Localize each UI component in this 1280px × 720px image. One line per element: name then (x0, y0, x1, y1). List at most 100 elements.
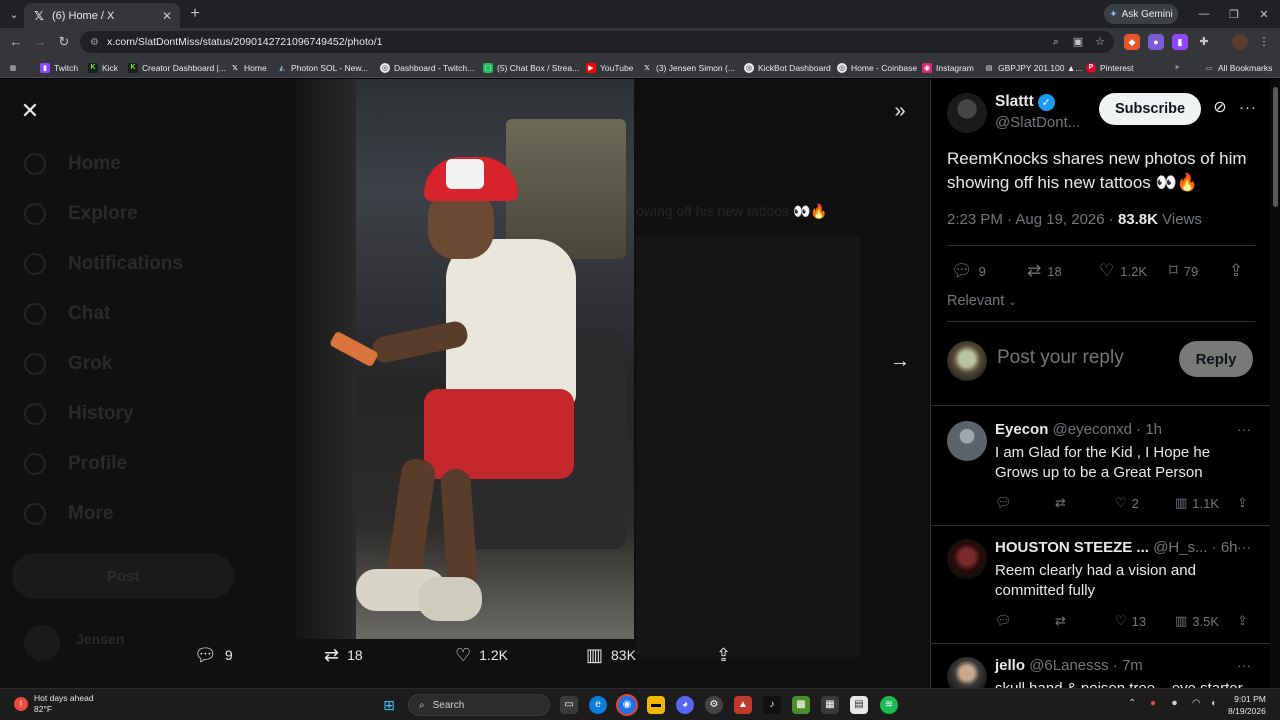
media-share-button[interactable]: ⇪ (716, 643, 731, 667)
reply-views-button[interactable]: ▥ 1.1K (1175, 495, 1219, 511)
reply-count-button[interactable]: 💬︎ 9 (951, 261, 986, 281)
subscribe-button[interactable]: Subscribe (1099, 93, 1201, 125)
file-explorer-icon[interactable]: ▬ (647, 696, 665, 714)
task-view-icon[interactable]: ▭ (560, 696, 578, 714)
cast-icon[interactable]: ▣ (1070, 34, 1086, 50)
grok-icon[interactable]: ⊘ (1209, 97, 1231, 119)
reply-author-handle[interactable]: @H_s... · 6h (1153, 539, 1237, 556)
reply-more-icon[interactable]: ··· (1237, 421, 1251, 437)
reply-like-button[interactable]: ♡ 13 (1115, 613, 1146, 629)
browser-tab-active[interactable]: 𝕏 (6) Home / X ✕ (24, 3, 180, 28)
reply-author-name[interactable]: HOUSTON STEEZE ... (995, 539, 1149, 556)
chrome-menu-icon[interactable]: ⋮ (1256, 34, 1272, 50)
tweet-photo[interactable] (296, 79, 634, 639)
new-tab-plus-icon[interactable]: + (186, 5, 204, 23)
ask-gemini-button[interactable]: ✦ Ask Gemini (1104, 4, 1178, 24)
bookmark-kick[interactable]: K Kick (88, 61, 118, 74)
bookmark-pinterest[interactable]: P Pinterest (1086, 61, 1134, 74)
chrome-icon[interactable]: ◉ (618, 696, 636, 714)
address-bar[interactable]: ⚙ x.com/SlatDontMiss/status/209014272109… (80, 31, 1114, 53)
current-user-avatar[interactable] (947, 341, 987, 381)
taskbar-clock[interactable]: 9:01 PM 8/19/2026 (1228, 693, 1266, 717)
bookmark-instagram[interactable]: ◉ Instagram (922, 61, 974, 74)
weather-widget[interactable]: ! Hot days ahead 82°F (14, 693, 94, 715)
store-icon[interactable]: ▦ (821, 696, 839, 714)
media-like-button[interactable]: ♡ 1.2K (455, 643, 508, 667)
bookmark-x-home[interactable]: 𝕏 Home (230, 61, 267, 74)
site-info-icon[interactable]: ⚙ (90, 37, 99, 48)
apps-grid-icon[interactable]: ▦ (8, 61, 18, 74)
taskbar-search[interactable]: ⌕ Search (408, 694, 550, 716)
author-handle[interactable]: @SlatDont... (995, 114, 1080, 131)
reply-author-name[interactable]: Eyecon (995, 421, 1048, 438)
reply-share-button[interactable]: ⇪ (1237, 613, 1248, 629)
discord-icon[interactable]: ◕ (676, 696, 694, 714)
forward-arrow-icon[interactable]: → (30, 32, 50, 52)
edge-icon[interactable]: e (589, 696, 607, 714)
bookmark-youtube[interactable]: ▶ YouTube (586, 61, 633, 74)
tab-close-icon[interactable]: ✕ (162, 9, 172, 23)
reply-author-handle[interactable]: @6Lanesss · 7m (1029, 657, 1143, 674)
bookmark-chat-box[interactable]: ▢ (5) Chat Box / Strea... (483, 61, 579, 74)
repost-count-button[interactable]: ⇄ 18 (1027, 261, 1062, 281)
back-arrow-icon[interactable]: ← (6, 32, 26, 52)
close-viewer-icon[interactable]: ✕ (14, 95, 46, 127)
steam-icon[interactable]: ⚙ (705, 696, 723, 714)
volume-icon[interactable]: ◖ (1210, 698, 1216, 709)
reply-repost-button[interactable]: ⇄ (1055, 613, 1066, 629)
reply-repost-button[interactable]: ⇄ (1055, 495, 1066, 511)
reply-share-button[interactable]: ⇪ (1237, 495, 1248, 511)
reply-reply-button[interactable]: 💬︎ (995, 495, 1012, 511)
bookmark-coinbase[interactable]: ◎ Home - Coinbase (837, 61, 917, 74)
bookmark-creator-dashboard[interactable]: K Creator Dashboard |... (128, 61, 226, 74)
spotify-icon[interactable]: ≋ (880, 696, 898, 714)
like-count-button[interactable]: ♡ 1.2K (1099, 261, 1147, 281)
bookmark-jensen-simon[interactable]: 𝕏 (3) Jensen Simon (... (642, 61, 735, 74)
extensions-puzzle-icon[interactable]: ✚ (1196, 34, 1212, 50)
reload-icon[interactable]: ↻ (54, 32, 74, 52)
author-avatar[interactable] (947, 93, 987, 133)
tweet-timestamp[interactable]: 2:23 PM · Aug 19, 2026 · (947, 211, 1118, 228)
bookmark-photon[interactable]: ◭ Photon SOL - New... (277, 61, 368, 74)
tray-app-icon[interactable]: ● (1150, 698, 1156, 709)
reply-avatar[interactable] (947, 421, 987, 461)
media-repost-button[interactable]: ⇄ 18 (324, 643, 363, 667)
minimize-icon[interactable]: — (1188, 0, 1220, 28)
author-name-row[interactable]: Slattt ✓ (995, 93, 1055, 111)
extension-twitch-icon[interactable]: ▮ (1172, 34, 1188, 50)
share-button[interactable]: ⇪ (1229, 261, 1243, 281)
media-views-button[interactable]: ▥ 83K (586, 643, 636, 667)
bookmark-dashboard-twitch[interactable]: ◎ Dashboard - Twitch... (380, 61, 474, 74)
bookmark-gbpjpy[interactable]: ▤ GBPJPY 201.100 ▲... (984, 61, 1083, 74)
extension-brave-icon[interactable]: ◆ (1124, 34, 1140, 50)
collapse-panel-icon[interactable]: » (884, 95, 916, 127)
bookmark-star-icon[interactable]: ☆ (1092, 34, 1108, 50)
wifi-icon[interactable]: ◠ (1192, 698, 1201, 709)
reply-more-icon[interactable]: ··· (1237, 539, 1251, 555)
windows-start-icon[interactable]: ⊞ (380, 696, 398, 714)
minecraft-icon[interactable]: ▩ (792, 696, 810, 714)
restore-icon[interactable]: ❐ (1218, 0, 1250, 28)
reply-views-button[interactable]: ▥ 3.5K (1175, 613, 1219, 629)
panel-scrollbar[interactable] (1270, 79, 1280, 688)
extension-wallet-icon[interactable]: ● (1148, 34, 1164, 50)
reply-more-icon[interactable]: ··· (1237, 657, 1251, 673)
bookmarks-overflow-icon[interactable]: » (1172, 61, 1182, 74)
brave-icon[interactable]: ▲ (734, 696, 752, 714)
tiktok-icon[interactable]: ♪ (763, 696, 781, 714)
reply-sort-dropdown[interactable]: Relevant ⌄ (947, 293, 1017, 309)
reply-submit-button[interactable]: Reply (1179, 341, 1253, 377)
bookmark-count-button[interactable]: ⌑ 79 (1169, 261, 1198, 281)
reply-reply-button[interactable]: 💬︎ (995, 613, 1012, 629)
notepad-icon[interactable]: ▤ (850, 696, 868, 714)
tray-overflow-icon[interactable]: ⌃ (1128, 698, 1136, 709)
bookmark-twitch[interactable]: ▮ Twitch (40, 61, 78, 74)
reply-author-handle[interactable]: @eyeconxd · 1h (1053, 421, 1162, 438)
reply-avatar[interactable] (947, 539, 987, 579)
profile-avatar-icon[interactable] (1232, 34, 1248, 50)
reply-like-button[interactable]: ♡ 2 (1115, 495, 1139, 511)
window-close-icon[interactable]: ✕ (1248, 0, 1280, 28)
next-photo-arrow-icon[interactable]: → (884, 345, 916, 377)
scrollbar-thumb[interactable] (1273, 87, 1278, 207)
bookmark-kickbot[interactable]: ◎ KickBot Dashboard (744, 61, 831, 74)
